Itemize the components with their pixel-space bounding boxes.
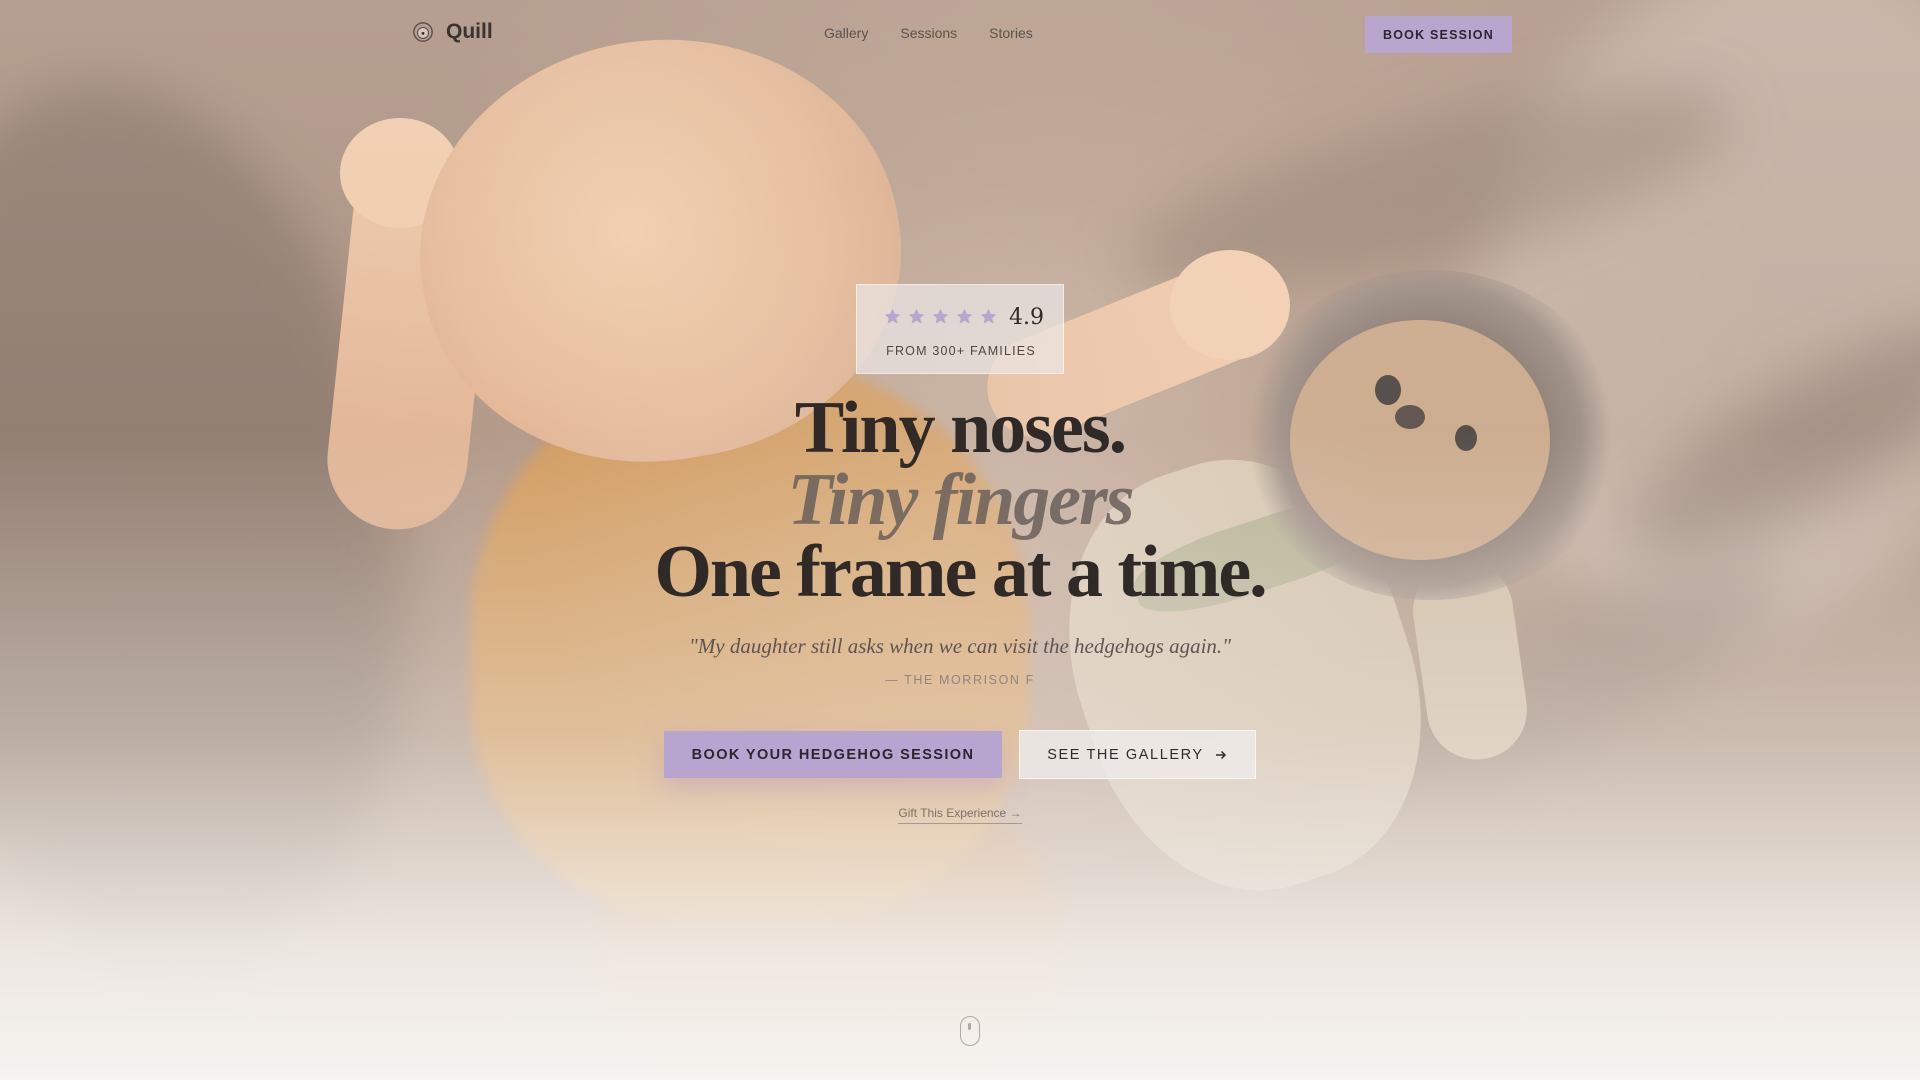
see-gallery-button[interactable]: SEE THE GALLERY — [1019, 730, 1256, 779]
rating-card: 4.9 FROM 300+ FAMILIES — [856, 284, 1064, 374]
nav-link-stories[interactable]: Stories — [989, 25, 1033, 41]
rating-value: 4.9 — [1009, 305, 1044, 330]
book-session-button[interactable]: BOOK SESSION — [1365, 16, 1512, 53]
see-gallery-label: SEE THE GALLERY — [1047, 746, 1204, 763]
star-rating — [883, 307, 998, 326]
headline-line-3: One frame at a time. — [654, 531, 1267, 613]
gift-link-label: Gift This Experience → — [898, 806, 1022, 820]
hedgehog-logo-icon — [413, 22, 433, 42]
star-icon — [884, 308, 901, 324]
rating-caption: FROM 300+ FAMILIES — [886, 344, 1036, 358]
book-hedgehog-session-button[interactable]: BOOK YOUR HEDGEHOG SESSION — [664, 731, 1002, 778]
star-icon — [980, 308, 997, 324]
headline-line-1: Tiny noses. — [794, 387, 1127, 469]
nav-link-sessions[interactable]: Sessions — [900, 25, 957, 41]
top-nav: Quill Gallery Sessions Stories BOOK SESS… — [0, 0, 1920, 68]
star-icon — [956, 308, 973, 324]
gift-experience-link[interactable]: Gift This Experience → — [860, 806, 1060, 824]
headline-line-2: Tiny fingers — [787, 459, 1134, 541]
arrow-right-icon — [1215, 750, 1226, 759]
nav-link-gallery[interactable]: Gallery — [824, 25, 868, 41]
nav-links: Gallery Sessions Stories — [824, 25, 1033, 41]
testimonial-attribution: — THE MORRISON F — [885, 673, 1035, 687]
star-icon — [908, 308, 925, 324]
brand-logo[interactable]: Quill — [412, 20, 493, 44]
brand-name: Quill — [446, 20, 493, 43]
hero-headline: Tiny noses. Tiny fingers One frame at a … — [460, 387, 1460, 613]
testimonial-quote: "My daughter still asks when we can visi… — [689, 634, 1231, 658]
scroll-wheel-dot — [968, 1023, 971, 1030]
star-icon — [932, 308, 949, 324]
mouse-scroll-icon — [960, 1016, 980, 1046]
